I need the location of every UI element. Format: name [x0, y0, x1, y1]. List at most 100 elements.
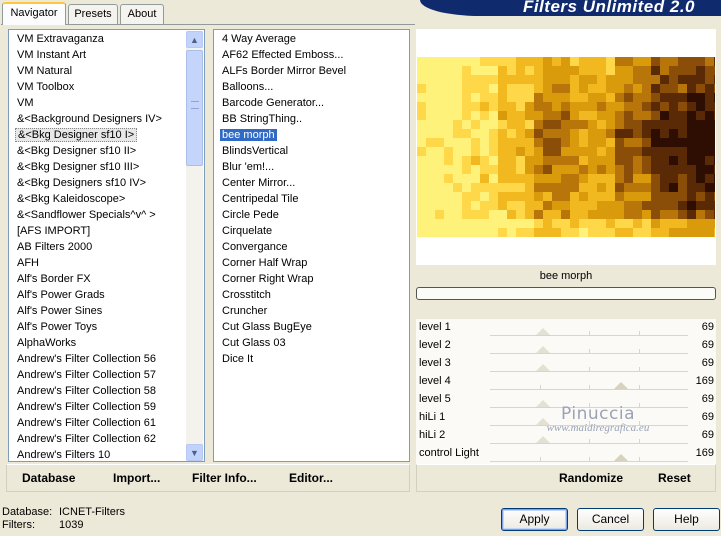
filter-item[interactable]: BlindsVertical [214, 143, 290, 159]
category-item[interactable]: Andrew's Filters 10 [9, 447, 112, 463]
progress-bar [416, 287, 716, 300]
category-item[interactable]: Andrew's Filter Collection 58 [9, 383, 158, 399]
slider-thumb[interactable] [613, 454, 628, 461]
category-scrollbar[interactable]: ▲ ▼ [186, 31, 203, 461]
slider-thumb[interactable] [536, 436, 551, 443]
parameter-sliders: level 1 69 level 2 69 level 3 69 level 4 169 lev… [416, 319, 716, 464]
scroll-thumb[interactable] [186, 50, 203, 166]
category-item-label: VM [17, 97, 34, 109]
filter-item[interactable]: 4 Way Average [214, 31, 298, 47]
category-item[interactable]: Andrew's Filter Collection 59 [9, 399, 158, 415]
slider-thumb[interactable] [536, 364, 551, 371]
slider-track[interactable] [490, 346, 688, 354]
category-item[interactable]: Alf's Power Sines [9, 303, 104, 319]
category-item[interactable]: Alf's Power Toys [9, 319, 99, 335]
filter-item[interactable]: Dice It [214, 351, 255, 367]
slider-thumb[interactable] [613, 382, 628, 389]
filter-item[interactable]: ALFs Border Mirror Bevel [214, 63, 348, 79]
category-item[interactable]: Andrew's Filter Collection 62 [9, 431, 158, 447]
randomize-button[interactable]: Randomize [559, 471, 623, 485]
category-item[interactable]: VM Extravaganza [9, 31, 106, 47]
chevron-up-icon: ▲ [190, 34, 199, 45]
database-button[interactable]: Database [22, 471, 75, 485]
category-item[interactable]: AB Filters 2000 [9, 239, 94, 255]
slider-thumb[interactable] [536, 328, 551, 335]
slider-label: level 5 [419, 393, 451, 405]
filter-item-label: Cut Glass BugEye [222, 321, 312, 333]
filter-item[interactable]: Centripedal Tile [214, 191, 300, 207]
slider-value: 69 [701, 357, 714, 369]
filter-item-label: Convergance [222, 241, 288, 253]
category-item[interactable]: VM Natural [9, 63, 74, 79]
chevron-down-icon: ▼ [190, 447, 199, 458]
watermark-name: Pinuccia [561, 404, 635, 424]
category-item[interactable]: AFH [9, 255, 41, 271]
tab-presets[interactable]: Presets [68, 4, 118, 24]
filter-item[interactable]: Cut Glass BugEye [214, 319, 314, 335]
category-item[interactable]: Alf's Border FX [9, 271, 93, 287]
filter-item[interactable]: Blur 'em!... [214, 159, 276, 175]
reset-button[interactable]: Reset [658, 471, 691, 485]
slider-label: level 2 [419, 339, 451, 351]
category-item-label: &<Background Designers IV> [17, 113, 162, 125]
filter-item[interactable]: Circle Pede [214, 207, 281, 223]
category-item[interactable]: VM [9, 95, 36, 111]
slider-thumb[interactable] [536, 346, 551, 353]
filter-item-label: Cruncher [222, 305, 268, 317]
category-item[interactable]: &<Bkg Kaleidoscope> [9, 191, 127, 207]
tab-about[interactable]: About [120, 4, 164, 24]
filter-item[interactable]: Convergance [214, 239, 289, 255]
scroll-down-button[interactable]: ▼ [186, 444, 203, 461]
category-item[interactable]: &<Bkg Designers sf10 IV> [9, 175, 148, 191]
category-item[interactable]: [AFS IMPORT] [9, 223, 92, 239]
category-item[interactable]: Andrew's Filter Collection 56 [9, 351, 158, 367]
category-list[interactable]: VM Extravaganza VM Instant Art VM Natural V… [8, 29, 205, 462]
slider-tick [638, 385, 640, 389]
cancel-button[interactable]: Cancel [577, 508, 644, 531]
slider-track[interactable] [490, 454, 688, 462]
filter-item[interactable]: Cut Glass 03 [214, 335, 288, 351]
import-button[interactable]: Import... [113, 471, 160, 485]
category-item-label: &<Bkg Designers sf10 IV> [17, 177, 147, 189]
slider-track[interactable] [490, 328, 688, 336]
filter-item[interactable]: Crosstitch [214, 287, 273, 303]
category-item[interactable]: &<Bkg Designer sf10 III> [9, 159, 141, 175]
filter-item[interactable]: Cruncher [214, 303, 269, 319]
filter-item[interactable]: bee morph [214, 127, 277, 143]
apply-button[interactable]: Apply [501, 508, 568, 531]
slider-track[interactable] [490, 436, 688, 444]
filter-list[interactable]: 4 Way Average AF62 Effected Emboss... ALFs… [213, 29, 410, 462]
category-item[interactable]: &<Bkg Designer sf10 II> [9, 143, 138, 159]
filter-item[interactable]: AF62 Effected Emboss... [214, 47, 345, 63]
filter-item[interactable]: Barcode Generator... [214, 95, 326, 111]
category-item[interactable]: AlphaWorks [9, 335, 78, 351]
category-item[interactable]: Andrew's Filter Collection 57 [9, 367, 158, 383]
filter-info-button[interactable]: Filter Info... [192, 471, 257, 485]
category-item[interactable]: &<Sandflower Specials^v^ > [9, 207, 158, 223]
filter-item[interactable]: Corner Half Wrap [214, 255, 309, 271]
filter-item[interactable]: Corner Right Wrap [214, 271, 316, 287]
tab-navigator[interactable]: Navigator [2, 2, 66, 25]
filter-item[interactable]: Cirquelate [214, 223, 274, 239]
category-item-label: VM Instant Art [17, 49, 87, 61]
category-item[interactable]: VM Toolbox [9, 79, 76, 95]
category-item[interactable]: &<Bkg Designer sf10 I> [9, 127, 138, 143]
category-item[interactable]: &<Background Designers IV> [9, 111, 164, 127]
scroll-up-button[interactable]: ▲ [186, 31, 203, 48]
category-item[interactable]: Alf's Power Grads [9, 287, 107, 303]
slider-value: 69 [701, 393, 714, 405]
filter-item-label: Cut Glass 03 [222, 337, 286, 349]
filter-item[interactable]: Center Mirror... [214, 175, 297, 191]
slider-tick [638, 349, 640, 353]
slider-track[interactable] [490, 382, 688, 390]
category-item[interactable]: Andrew's Filter Collection 61 [9, 415, 158, 431]
slider-track[interactable] [490, 364, 688, 372]
help-button[interactable]: Help [653, 508, 720, 531]
filter-item-label: Blur 'em!... [222, 161, 275, 173]
editor-button[interactable]: Editor... [289, 471, 333, 485]
category-item-label: &<Bkg Kaleidoscope> [17, 193, 126, 205]
category-item-label: Alf's Power Sines [17, 305, 103, 317]
filter-item[interactable]: Balloons... [214, 79, 275, 95]
filter-item[interactable]: BB StringThing.. [214, 111, 304, 127]
category-item[interactable]: VM Instant Art [9, 47, 88, 63]
